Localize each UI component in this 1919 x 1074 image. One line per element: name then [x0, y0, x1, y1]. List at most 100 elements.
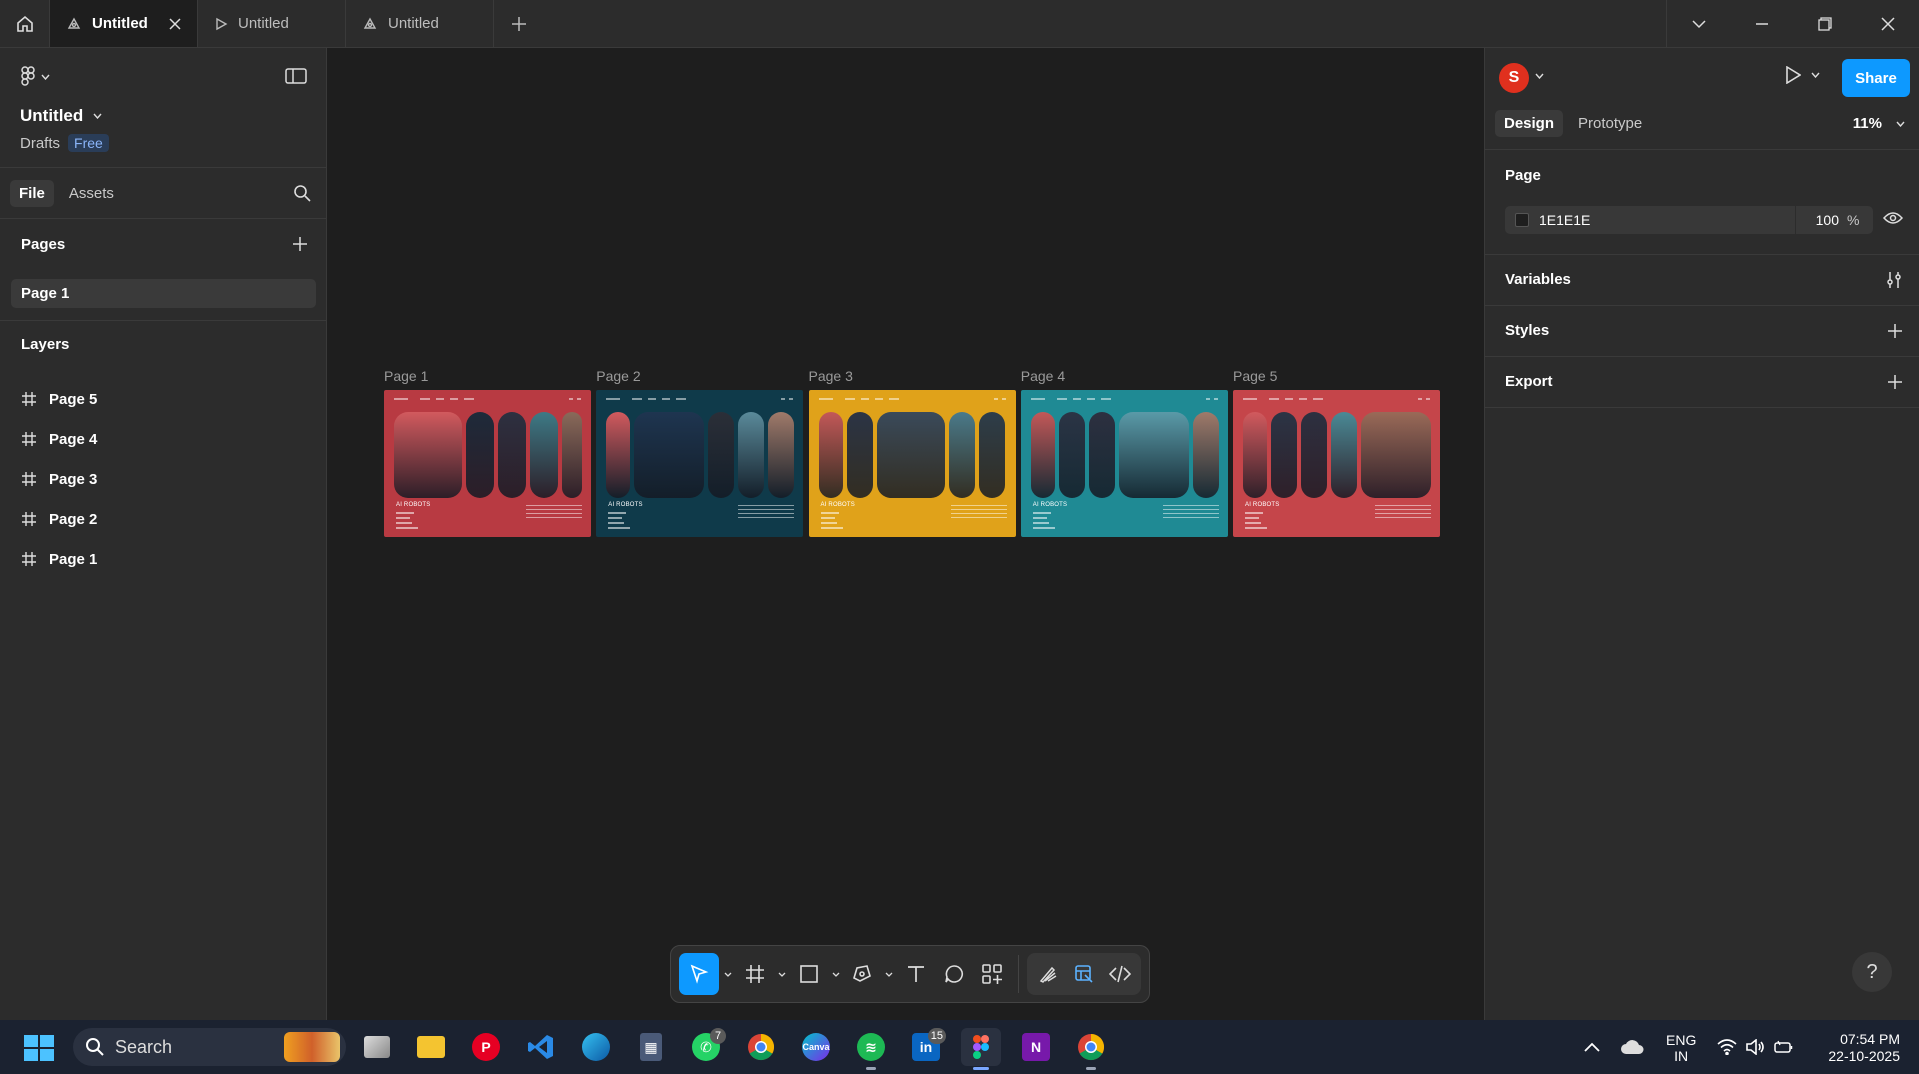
restore-button[interactable]: [1793, 0, 1856, 47]
start-button[interactable]: [24, 1035, 54, 1061]
actions-tool[interactable]: [974, 953, 1010, 995]
toggle-visibility-button[interactable]: [1883, 211, 1903, 225]
onenote-icon: N: [1022, 1033, 1050, 1061]
whatsapp-app[interactable]: ✆ 7: [686, 1028, 726, 1066]
sidebar-toggle-button[interactable]: [285, 68, 307, 84]
minimize-button[interactable]: [1730, 0, 1793, 47]
frame-image-pill: [1331, 412, 1357, 498]
language-indicator[interactable]: ENG IN: [1666, 1032, 1696, 1064]
shape-tool-dropdown[interactable]: [829, 953, 843, 995]
tab-prototype[interactable]: Prototype: [1569, 110, 1651, 137]
layer-item[interactable]: Page 2: [22, 499, 97, 539]
tab-untitled-3[interactable]: Untitled: [346, 0, 494, 47]
add-page-button[interactable]: [292, 236, 308, 252]
main-menu-button[interactable]: [20, 66, 50, 88]
tab-design[interactable]: Design: [1495, 110, 1564, 137]
close-tab-icon[interactable]: [169, 17, 181, 30]
frame-tool[interactable]: [737, 953, 773, 995]
vscode-app[interactable]: [521, 1028, 561, 1066]
design-mode-button[interactable]: [1067, 953, 1101, 995]
home-button[interactable]: [0, 0, 50, 47]
task-view-button[interactable]: [357, 1028, 397, 1066]
tab-untitled-2[interactable]: Untitled: [198, 0, 346, 47]
page-opacity[interactable]: 100: [1795, 206, 1847, 234]
close-window-button[interactable]: [1856, 0, 1919, 47]
plan-badge[interactable]: Free: [68, 134, 109, 152]
page-color-field[interactable]: 1E1E1E 100 %: [1505, 206, 1873, 234]
page-properties: Page 1E1E1E 100 %: [1485, 150, 1919, 255]
clock[interactable]: 07:54 PM 22-10-2025: [1815, 1031, 1900, 1065]
file-title: Untitled: [20, 106, 84, 125]
file-explorer-app[interactable]: [411, 1028, 451, 1066]
linkedin-app[interactable]: in 15: [906, 1028, 946, 1066]
text-tool[interactable]: [898, 953, 934, 995]
share-button[interactable]: Share: [1842, 59, 1910, 97]
layer-item[interactable]: Page 3: [22, 459, 97, 499]
frame-image-pill: [1118, 412, 1189, 498]
comment-tool[interactable]: [936, 953, 972, 995]
tabs-dropdown-button[interactable]: [1667, 0, 1730, 47]
layer-item[interactable]: Page 5: [22, 379, 97, 419]
pen-tool[interactable]: [845, 953, 881, 995]
chevron-down-icon[interactable]: [1535, 73, 1544, 79]
styles-title: Styles: [1505, 322, 1550, 339]
layer-label: Page 5: [49, 390, 98, 408]
frame-label[interactable]: Page 5: [1233, 368, 1277, 384]
avatar[interactable]: S: [1499, 63, 1529, 93]
frame-label[interactable]: Page 3: [809, 368, 853, 384]
design-frame[interactable]: AI ROBOTS: [1233, 390, 1440, 537]
design-frame[interactable]: AI ROBOTS: [1020, 390, 1228, 537]
layer-item[interactable]: Page 1: [22, 539, 97, 579]
tab-assets[interactable]: Assets: [60, 180, 123, 207]
search-layers-button[interactable]: [293, 184, 311, 202]
page-item-page-1[interactable]: Page 1: [11, 279, 316, 308]
design-frame[interactable]: AI ROBOTS: [808, 390, 1016, 537]
frame-label[interactable]: Page 4: [1021, 368, 1065, 384]
move-tool-dropdown[interactable]: [721, 953, 735, 995]
move-tool[interactable]: [679, 953, 719, 995]
file-title-button[interactable]: Untitled: [20, 106, 102, 126]
pinterest-app[interactable]: P: [466, 1028, 506, 1066]
chrome-icon: [1078, 1033, 1105, 1061]
date: 22-10-2025: [1828, 1048, 1900, 1064]
page-color-hex[interactable]: 1E1E1E: [1539, 212, 1795, 228]
text-icon: [908, 966, 925, 982]
canvas[interactable]: Page 1 AI ROBOTS Page 2 AI ROBOTS Page 3 AI R…: [327, 48, 1484, 1020]
variables-settings-button[interactable]: [1885, 271, 1903, 289]
tab-untitled-1[interactable]: Untitled: [50, 0, 198, 47]
taskbar-search[interactable]: Search: [73, 1028, 346, 1066]
figma-app[interactable]: [961, 1028, 1001, 1070]
help-button[interactable]: ?: [1852, 952, 1892, 992]
new-tab-button[interactable]: [494, 0, 544, 47]
add-style-button[interactable]: [1887, 323, 1903, 339]
draw-mode-button[interactable]: [1031, 953, 1065, 995]
present-button[interactable]: [1785, 66, 1820, 84]
design-frame[interactable]: AI ROBOTS: [596, 390, 804, 537]
color-swatch[interactable]: [1515, 213, 1529, 227]
show-hidden-icons-button[interactable]: [1572, 1028, 1612, 1066]
title-bar: Untitled Untitled Untitled: [0, 0, 1919, 48]
canva-app[interactable]: Canva: [796, 1028, 836, 1066]
quick-settings-button[interactable]: [1707, 1028, 1803, 1066]
onedrive-button[interactable]: [1612, 1028, 1652, 1066]
drafts-link[interactable]: Drafts: [20, 135, 60, 152]
zoom-dropdown[interactable]: 11%: [1853, 115, 1905, 132]
rectangle-tool[interactable]: [791, 953, 827, 995]
chrome-app[interactable]: [741, 1028, 781, 1066]
dev-mode-button[interactable]: [1103, 953, 1137, 995]
chrome-profile-app[interactable]: [1071, 1028, 1111, 1070]
onenote-app[interactable]: N: [1016, 1028, 1056, 1066]
frame-nav: [1243, 398, 1430, 400]
tab-file[interactable]: File: [10, 179, 54, 207]
frame-label[interactable]: Page 2: [596, 368, 640, 384]
frame-label[interactable]: Page 1: [384, 368, 428, 384]
pen-tool-dropdown[interactable]: [882, 953, 896, 995]
add-export-button[interactable]: [1887, 374, 1903, 390]
frame-meta: [396, 512, 418, 532]
edge-app[interactable]: [576, 1028, 616, 1066]
frame-tool-dropdown[interactable]: [775, 953, 789, 995]
spotify-app[interactable]: ≋: [851, 1028, 891, 1070]
calculator-app[interactable]: ▦: [631, 1028, 671, 1066]
layer-item[interactable]: Page 4: [22, 419, 97, 459]
design-frame[interactable]: AI ROBOTS: [384, 390, 591, 537]
